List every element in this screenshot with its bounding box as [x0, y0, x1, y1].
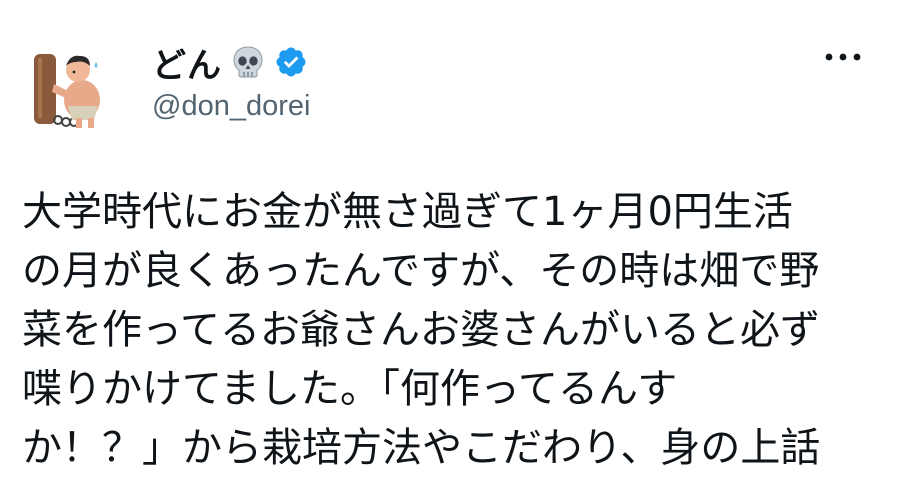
tweet-text-line: 喋りかけてました。「何作ってるんす	[22, 366, 678, 412]
tweet-card: どん @don_dorei 大学時代にお金が無さ過ぎて1ヶ月0円生活 の月が良く…	[0, 0, 900, 472]
verified-badge-icon[interactable]	[274, 45, 308, 79]
display-name[interactable]: どん	[152, 38, 222, 87]
avatar-illustration	[34, 54, 100, 128]
tweet-text-line: か！？」から栽培方法やこだわり、身の上話	[22, 425, 821, 471]
author-name-row: どん	[152, 38, 308, 86]
skull-icon	[230, 44, 266, 80]
tweet-text: 大学時代にお金が無さ過ぎて1ヶ月0円生活 の月が良くあったんですが、その時は畑で…	[22, 183, 882, 478]
tweet-text-line: の月が良くあったんですが、その時は畑で野	[22, 248, 820, 294]
tweet-text-line: 大学時代にお金が無さ過ぎて1ヶ月0円生活	[22, 189, 793, 235]
more-options-button[interactable]	[818, 40, 868, 74]
avatar[interactable]	[18, 34, 120, 136]
tweet-text-line: 菜を作ってるお爺さんお婆さんがいると必ず	[22, 307, 820, 353]
author-handle[interactable]: @don_dorei	[152, 90, 310, 123]
more-options-icon	[825, 53, 861, 61]
